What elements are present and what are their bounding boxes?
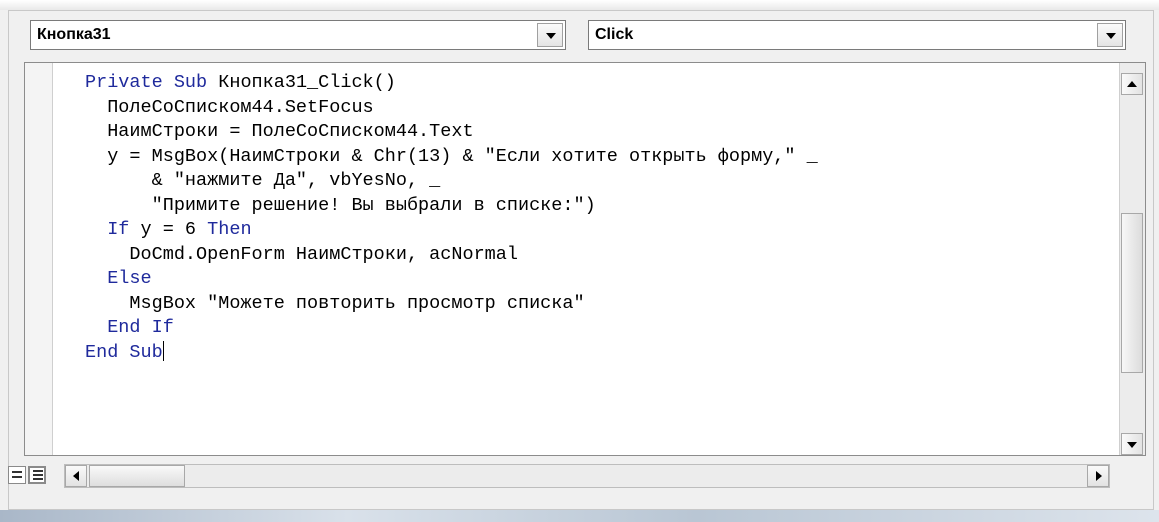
arrow-left-icon (73, 471, 79, 481)
full-module-view-button[interactable] (28, 466, 46, 484)
arrow-down-icon (1127, 442, 1137, 448)
scroll-left-button[interactable] (65, 465, 87, 487)
title-strip (0, 0, 1159, 10)
code-text-segment: MsgBox "Можете повторить просмотр списка… (85, 292, 585, 314)
scroll-right-button[interactable] (1087, 465, 1109, 487)
scroll-down-button[interactable] (1121, 433, 1143, 455)
code-keyword: End If (85, 317, 174, 338)
arrow-right-icon (1096, 471, 1102, 481)
code-line[interactable]: MsgBox "Можете повторить просмотр списка… (85, 292, 818, 317)
code-text[interactable]: Private Sub Кнопка31_Click() ПолеСоСписк… (85, 71, 818, 365)
code-keyword: End Sub (85, 341, 163, 363)
chevron-down-icon (1106, 33, 1116, 39)
horizontal-scrollbar[interactable] (64, 464, 1110, 488)
code-keyword: Private Sub (85, 72, 219, 93)
code-keyword: Else (85, 268, 152, 289)
object-dropdown[interactable]: Кнопка31 (30, 20, 566, 50)
code-keyword: Then (207, 219, 252, 240)
procedure-view-button[interactable] (8, 466, 26, 484)
taskbar-strip (0, 510, 1159, 522)
procedure-dropdown-value: Click (595, 26, 634, 43)
code-text-segment: & "нажмите Да", vbYesNo, _ (85, 170, 441, 191)
code-text-segment: "Примите решение! Вы выбрали в списке:") (85, 194, 596, 216)
code-line[interactable]: y = MsgBox(НаимСтроки & Chr(13) & "Если … (85, 145, 818, 170)
code-text-segment: DoCmd.OpenForm НаимСтроки, acNormal (85, 243, 518, 265)
code-line[interactable]: ПолеСоСписком44.SetFocus (85, 96, 818, 121)
arrow-up-icon (1127, 81, 1137, 87)
full-module-view-icon (33, 470, 43, 472)
code-keyword: If (85, 219, 141, 240)
code-line[interactable]: НаимСтроки = ПолеСоСписком44.Text (85, 120, 818, 145)
code-text-segment: y = 6 (140, 219, 208, 240)
margin-indicator-bar[interactable] (25, 63, 53, 455)
procedure-dropdown[interactable]: Click (588, 20, 1126, 50)
code-line[interactable]: Private Sub Кнопка31_Click() (85, 71, 818, 96)
full-module-view-icon-line (33, 478, 43, 480)
code-line[interactable]: & "нажмите Да", vbYesNo, _ (85, 169, 818, 194)
code-line[interactable]: "Примите решение! Вы выбрали в списке:") (85, 194, 818, 219)
scroll-up-button[interactable] (1121, 73, 1143, 95)
code-line[interactable]: End Sub (85, 340, 818, 366)
code-editor[interactable]: Private Sub Кнопка31_Click() ПолеСоСписк… (24, 62, 1146, 456)
full-module-view-icon-line (33, 474, 43, 476)
code-text-segment: Кнопка31_Click() (218, 72, 396, 93)
horizontal-scroll-thumb[interactable] (89, 465, 185, 487)
vertical-scroll-thumb[interactable] (1121, 213, 1143, 373)
code-line[interactable]: Else (85, 267, 818, 292)
procedure-view-icon (12, 471, 22, 473)
vertical-scrollbar[interactable] (1119, 63, 1145, 455)
code-line[interactable]: End If (85, 316, 818, 341)
code-line[interactable]: If y = 6 Then (85, 218, 818, 243)
bottom-bar (8, 458, 1148, 494)
text-cursor (162, 340, 164, 361)
procedure-dropdown-button[interactable] (1097, 23, 1123, 47)
code-text-segment: НаимСтроки = ПолеСоСписком44.Text (85, 121, 474, 142)
object-dropdown-button[interactable] (537, 23, 563, 47)
chevron-down-icon (546, 33, 556, 39)
code-text-segment: y = MsgBox(НаимСтроки & Chr(13) & "Если … (85, 145, 818, 167)
object-dropdown-value: Кнопка31 (37, 26, 111, 43)
code-line[interactable]: DoCmd.OpenForm НаимСтроки, acNormal (85, 243, 818, 268)
procedure-view-icon-line (12, 476, 22, 478)
code-text-segment: ПолеСоСписком44.SetFocus (85, 96, 374, 118)
